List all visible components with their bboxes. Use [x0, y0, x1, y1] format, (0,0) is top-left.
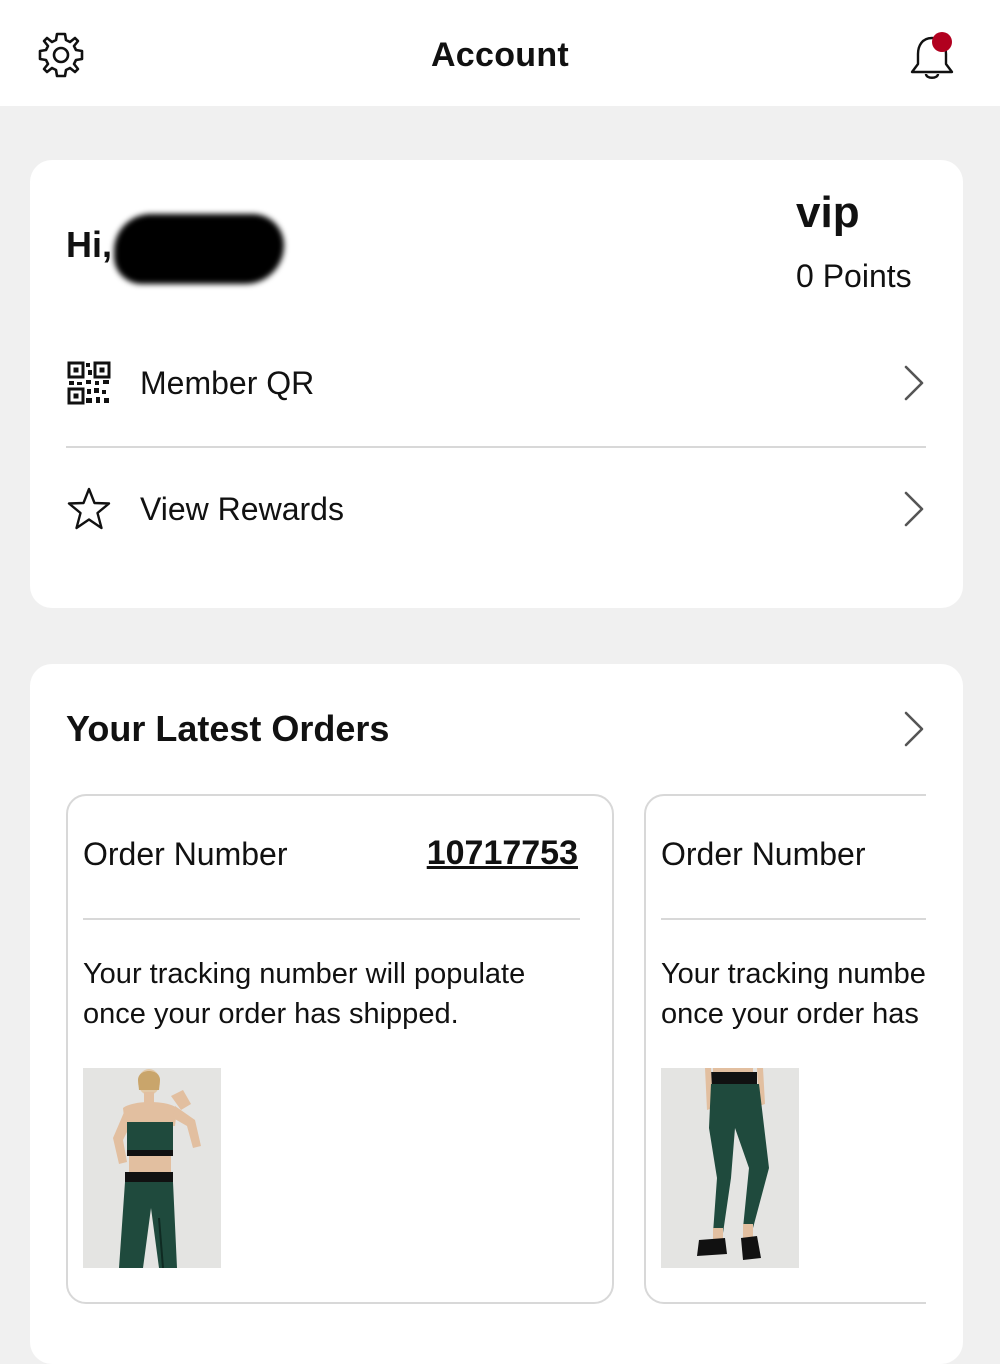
latest-orders-card: Your Latest Orders Order Number 10717753… — [30, 664, 963, 1364]
product-image[interactable] — [661, 1068, 799, 1268]
order-card[interactable]: Order Number 10717753 Your tracking numb… — [66, 794, 614, 1304]
orders-heading: Your Latest Orders — [66, 708, 390, 749]
orders-carousel[interactable]: Order Number 10717753 Your tracking numb… — [66, 794, 926, 1314]
membership-tier: vip — [796, 188, 860, 237]
tracking-line-2: once your order has shipped. — [83, 998, 459, 1030]
tracking-message: Your tracking number will populate once … — [83, 954, 583, 1034]
tracking-line-1: Your tracking number will populate — [83, 958, 526, 990]
order-divider — [661, 918, 926, 920]
view-rewards-label: View Rewards — [140, 490, 344, 527]
tracking-message: Your tracking number will populate once … — [661, 954, 926, 1034]
redacted-name — [114, 214, 285, 284]
order-card[interactable]: Order Number Your tracking number will p… — [644, 794, 926, 1304]
top-bar: Account — [0, 0, 1000, 106]
member-qr-label: Member QR — [140, 364, 315, 401]
order-divider — [83, 918, 580, 920]
menu-divider — [66, 446, 926, 448]
account-card: Hi, vip 0 Points Member QR View Rewards — [30, 160, 963, 608]
chevron-right-icon — [904, 365, 924, 401]
member-qr-row[interactable]: Member QR — [66, 338, 926, 428]
view-rewards-row[interactable]: View Rewards — [66, 464, 926, 554]
chevron-right-icon — [904, 491, 924, 527]
qr-code-icon — [66, 360, 112, 406]
page-title: Account — [430, 36, 570, 74]
order-number-label: Order Number — [661, 836, 866, 872]
chevron-right-icon[interactable] — [902, 710, 926, 748]
order-number-label: Order Number — [83, 836, 288, 872]
tracking-line-1: Your tracking number will populate — [661, 958, 926, 990]
star-icon — [66, 486, 112, 532]
notification-badge — [932, 32, 952, 52]
greeting-text: Hi, — [66, 224, 113, 265]
greeting: Hi, — [66, 206, 285, 284]
tracking-line-2: once your order has shipped. — [661, 998, 926, 1030]
points-balance: 0 Points — [796, 258, 912, 294]
order-number-link[interactable]: 10717753 — [427, 834, 578, 873]
product-image[interactable] — [83, 1068, 221, 1269]
